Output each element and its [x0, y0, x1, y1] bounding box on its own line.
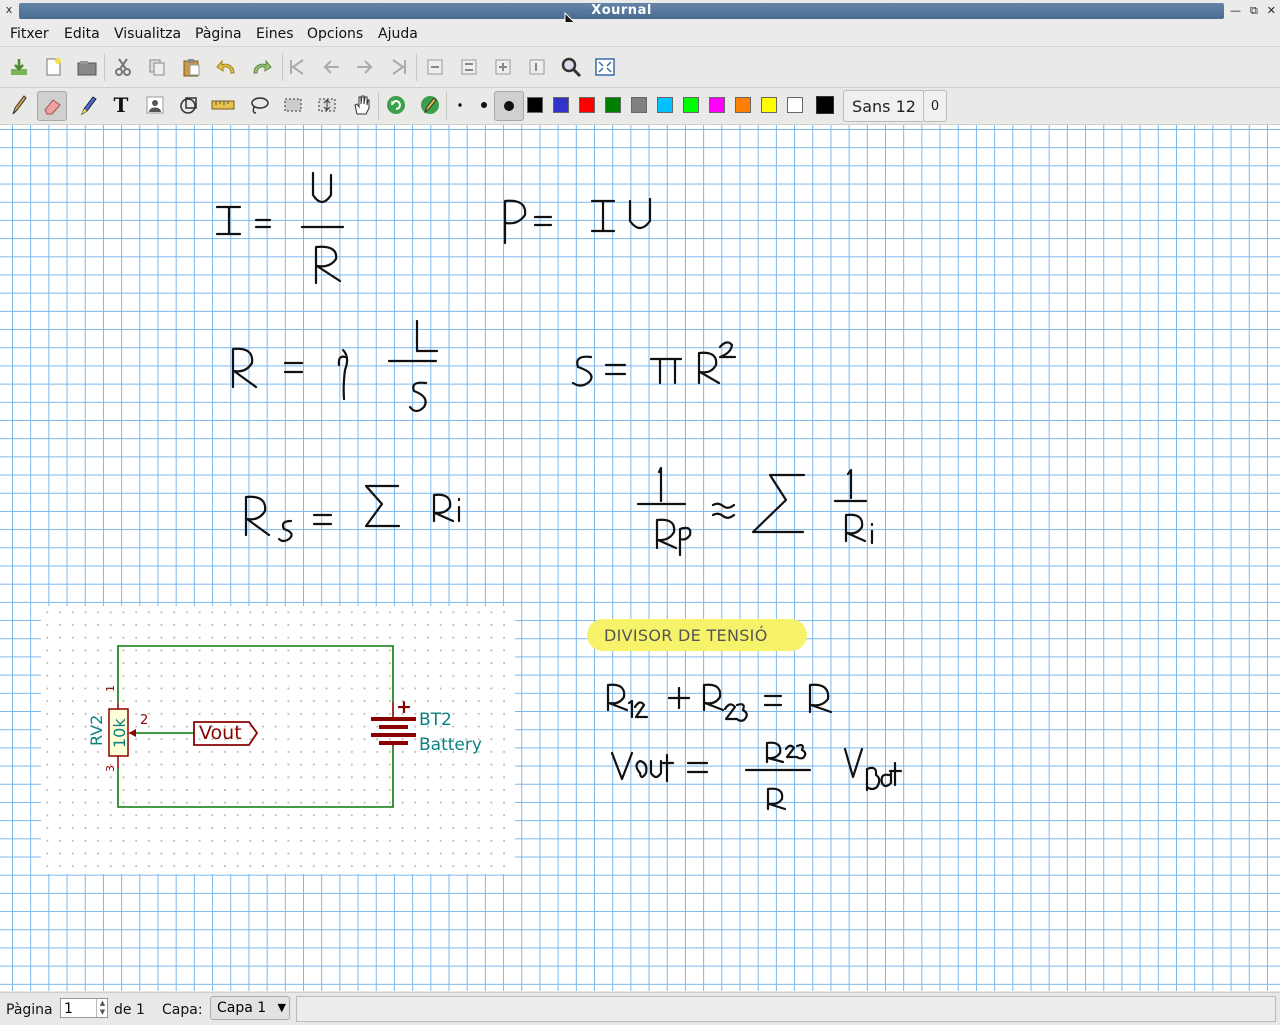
title-bar-drag-area[interactable]: Xournal — [19, 3, 1224, 19]
section-label-text: DIVISOR DE TENSIÓ — [604, 626, 768, 645]
page-label: Pàgina — [6, 1002, 53, 1018]
page-count: de 1 — [114, 1002, 145, 1018]
formula-series-resistance — [244, 484, 461, 543]
formula-area — [571, 341, 737, 387]
undo-icon[interactable] — [214, 54, 240, 80]
menu-ajuda[interactable]: Ajuda — [378, 26, 418, 42]
shape-recognizer-icon[interactable] — [176, 92, 202, 118]
text-tool-icon[interactable]: T — [108, 92, 134, 118]
first-page-icon[interactable] — [284, 54, 310, 80]
close-icon[interactable]: ✕ — [1267, 3, 1276, 19]
zoom-out-icon[interactable] — [422, 54, 448, 80]
menu-bar: Fitxer Edita Visualitza Pàgina Eines Opc… — [0, 22, 1280, 47]
font-size-value[interactable]: 0 — [923, 90, 947, 122]
next-page-icon[interactable] — [352, 54, 378, 80]
status-message-area — [296, 996, 1276, 1022]
formula-divider-sum — [606, 683, 833, 722]
main-toolbar — [0, 47, 1280, 88]
window-menu-icon[interactable]: x — [2, 3, 16, 17]
ruler-icon[interactable] — [210, 92, 236, 118]
new-page-icon[interactable] — [40, 54, 66, 80]
thickness-thick-icon[interactable] — [494, 91, 524, 121]
zoom-in-icon[interactable] — [490, 54, 516, 80]
formula-power — [503, 197, 652, 245]
highlighted-section-label: DIVISOR DE TENSIÓ — [587, 619, 807, 651]
formula-ohm-law — [215, 171, 345, 285]
pen-icon[interactable] — [5, 92, 31, 118]
zoom-fit-icon[interactable] — [456, 54, 482, 80]
circuit-wires — [117, 645, 394, 808]
menu-eines[interactable]: Eines — [256, 26, 294, 42]
menu-pagina[interactable]: Pàgina — [195, 26, 242, 42]
zoom-100-icon[interactable] — [524, 54, 550, 80]
highlighter-icon[interactable] — [75, 92, 101, 118]
default-pen-icon[interactable] — [417, 92, 443, 118]
formula-resistivity — [231, 319, 439, 413]
color-red[interactable] — [579, 97, 595, 113]
pin-3-label: 3 — [104, 765, 117, 772]
eraser-icon[interactable] — [37, 91, 67, 121]
color-gray[interactable] — [631, 97, 647, 113]
cut-icon[interactable] — [110, 54, 136, 80]
save-icon[interactable] — [6, 54, 32, 80]
formula-parallel-resistance — [636, 466, 874, 557]
color-blue[interactable] — [553, 97, 569, 113]
page-canvas[interactable]: DIVISOR DE TENSIÓ RV2 10k 1 2 3 Vout + B… — [0, 125, 1280, 991]
potentiometer-value: 10k — [110, 718, 129, 748]
lasso-select-icon[interactable] — [246, 92, 272, 118]
layer-label: Capa: — [162, 1002, 203, 1018]
layer-select-value: Capa 1 — [217, 1000, 267, 1016]
menu-fitxer[interactable]: Fitxer — [10, 26, 49, 42]
default-tool-icon[interactable] — [383, 92, 409, 118]
toolbar-separator — [282, 53, 283, 81]
pin-1-label: 1 — [104, 685, 117, 692]
color-light-blue[interactable] — [657, 97, 673, 113]
potentiometer-ref: RV2 — [87, 714, 106, 746]
page-spinner-icon[interactable]: ▲ ▼ — [96, 999, 108, 1017]
hand-icon[interactable] — [348, 92, 374, 118]
color-black[interactable] — [527, 97, 543, 113]
window-controls: — ⧉ ✕ — [1230, 3, 1276, 19]
redo-icon[interactable] — [248, 54, 274, 80]
net-label-vout: Vout — [199, 722, 242, 744]
window-title: Xournal — [591, 3, 652, 18]
open-icon[interactable] — [74, 54, 100, 80]
copy-icon[interactable] — [144, 54, 170, 80]
menu-opcions[interactable]: Opcions — [307, 26, 363, 42]
color-orange[interactable] — [735, 97, 751, 113]
title-bar: x Xournal — ⧉ ✕ — [0, 0, 1280, 22]
paste-icon[interactable] — [178, 54, 204, 80]
battery-plus-sign: + — [396, 696, 412, 718]
current-color-indicator[interactable] — [816, 96, 834, 114]
zoom-search-icon[interactable] — [558, 54, 584, 80]
last-page-icon[interactable] — [386, 54, 412, 80]
pin-2-label: 2 — [140, 713, 149, 728]
toolbar-separator — [378, 92, 379, 120]
toolbar-separator — [104, 53, 105, 81]
color-magenta[interactable] — [709, 97, 725, 113]
maximize-icon[interactable]: ⧉ — [1250, 3, 1258, 19]
menu-visualitza[interactable]: Visualitza — [114, 26, 181, 42]
color-green[interactable] — [605, 97, 621, 113]
color-yellow[interactable] — [761, 97, 777, 113]
formula-divider-output — [610, 741, 903, 811]
minimize-icon[interactable]: — — [1230, 3, 1241, 19]
vertical-space-icon[interactable] — [314, 92, 340, 118]
circuit-schematic-image[interactable]: RV2 10k 1 2 3 Vout + BT2 Battery — [41, 606, 515, 874]
menu-edita[interactable]: Edita — [64, 26, 100, 42]
drawing-toolbar: T — [0, 88, 1280, 125]
layer-select[interactable]: Capa 1 ▼ — [210, 996, 290, 1020]
color-light-green[interactable] — [683, 97, 699, 113]
color-white[interactable] — [787, 97, 803, 113]
font-selector-button[interactable]: Sans 12 — [843, 90, 925, 122]
thickness-thin-icon[interactable] — [447, 92, 473, 118]
previous-page-icon[interactable] — [318, 54, 344, 80]
toolbar-separator — [416, 53, 417, 81]
image-tool-icon[interactable] — [142, 92, 168, 118]
battery-ref: BT2 — [419, 710, 452, 730]
chevron-down-icon: ▼ — [277, 1001, 286, 1014]
battery-value: Battery — [419, 735, 482, 755]
fullscreen-icon[interactable] — [592, 54, 618, 80]
rect-select-icon[interactable] — [280, 92, 306, 118]
